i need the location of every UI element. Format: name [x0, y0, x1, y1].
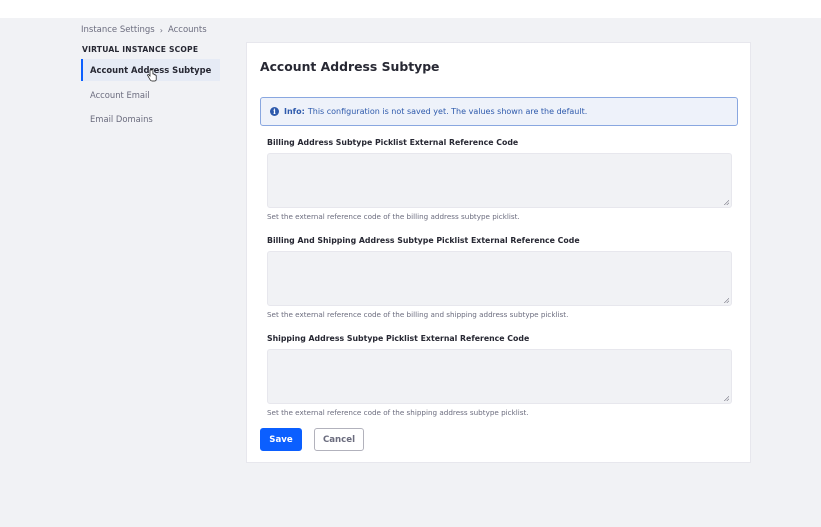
hand-pointer-icon	[147, 69, 157, 82]
info-alert: i Info: This configuration is not saved …	[260, 97, 738, 126]
field-help-text: Set the external reference code of the b…	[267, 310, 569, 319]
sidebar-item-account-email[interactable]: Account Email	[81, 84, 220, 106]
settings-card: Account Address Subtype i Info: This con…	[246, 42, 751, 463]
resize-grip-icon[interactable]	[724, 200, 729, 205]
page-title: Account Address Subtype	[260, 59, 440, 74]
chevron-right-icon: ›	[159, 25, 163, 35]
info-circle-icon: i	[270, 107, 279, 116]
sidebar-scope-title: VIRTUAL INSTANCE SCOPE	[82, 45, 199, 54]
field-help-text: Set the external reference code of the s…	[267, 408, 529, 417]
sidebar-item-label: Account Email	[90, 89, 150, 100]
field-label: Billing Address Subtype Picklist Externa…	[267, 138, 519, 147]
field-shipping-address-subtype: Shipping Address Subtype Picklist Extern…	[267, 334, 732, 417]
field-label: Billing And Shipping Address Subtype Pic…	[267, 236, 580, 245]
sidebar-item-email-domains[interactable]: Email Domains	[81, 108, 220, 130]
field-billing-address-subtype: Billing Address Subtype Picklist Externa…	[267, 138, 732, 221]
resize-grip-icon[interactable]	[724, 396, 729, 401]
field-label: Shipping Address Subtype Picklist Extern…	[267, 334, 530, 343]
breadcrumb: Instance Settings › Accounts	[81, 25, 207, 35]
info-alert-label: Info:	[284, 107, 305, 116]
top-bar	[0, 0, 821, 18]
info-alert-message: This configuration is not saved yet. The…	[307, 107, 588, 116]
save-button[interactable]: Save	[260, 428, 302, 451]
field-billing-and-shipping-address-subtype: Billing And Shipping Address Subtype Pic…	[267, 236, 732, 319]
cancel-button[interactable]: Cancel	[314, 428, 364, 451]
billing-address-subtype-input[interactable]	[267, 153, 732, 208]
sidebar-item-label: Email Domains	[90, 114, 153, 124]
billing-and-shipping-address-subtype-input[interactable]	[267, 251, 732, 306]
resize-grip-icon[interactable]	[724, 298, 729, 303]
breadcrumb-item-instance-settings[interactable]: Instance Settings	[81, 25, 155, 35]
field-help-text: Set the external reference code of the b…	[267, 212, 520, 221]
shipping-address-subtype-input[interactable]	[267, 349, 732, 404]
breadcrumb-item-accounts: Accounts	[167, 25, 207, 35]
